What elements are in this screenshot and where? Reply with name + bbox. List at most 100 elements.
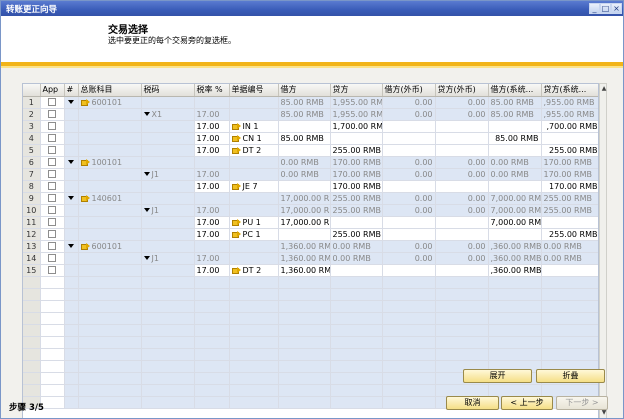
row-checkbox[interactable] xyxy=(48,206,56,214)
cell-cr: 170.00 RMB xyxy=(330,156,383,169)
row-checkbox[interactable] xyxy=(48,182,56,190)
table-row[interactable]: 136001011,360.00 RMB0.00 RMB0.000.00,360… xyxy=(23,240,598,253)
link-arrow-icon[interactable] xyxy=(80,195,90,202)
table-row[interactable]: 1 600101 85.00 RMB 1,955.00 RMB 0.00 0.00 85.0… xyxy=(23,96,598,109)
cell-text: 255.00 RMB xyxy=(332,193,381,203)
empty-row xyxy=(23,288,598,301)
column-header[interactable]: 总账科目 xyxy=(78,84,142,97)
link-arrow-icon[interactable] xyxy=(231,123,241,130)
empty-cell xyxy=(229,348,279,361)
collapse-button[interactable]: 折叠 xyxy=(536,369,605,383)
cell-crfc xyxy=(435,264,489,277)
minimize-icon[interactable]: _ xyxy=(589,3,600,14)
cell-drsc: 7,000.00 RMB xyxy=(488,204,542,217)
table-row[interactable]: 12 17.00 PC 1 255.00 RMB 255.00 RMB xyxy=(23,228,598,241)
empty-cell xyxy=(23,348,41,361)
collapse-arrow-icon[interactable] xyxy=(143,256,150,260)
table-row[interactable]: 914060117,000.00 RMB255.00 RMB0.000.007,… xyxy=(23,192,598,205)
empty-cell xyxy=(435,348,489,361)
empty-cell xyxy=(330,276,383,289)
table-row[interactable]: 4 17.00 CN 1 85.00 RMB 85.00 RMB xyxy=(23,132,598,145)
row-checkbox[interactable] xyxy=(48,158,56,166)
collapse-arrow-icon[interactable] xyxy=(143,172,150,176)
row-checkbox[interactable] xyxy=(48,146,56,154)
cell-cr: 170.00 RMB xyxy=(330,168,383,181)
row-checkbox[interactable] xyxy=(48,242,56,250)
link-arrow-icon[interactable] xyxy=(231,231,241,238)
column-header[interactable]: 贷方(外币) xyxy=(435,84,489,97)
row-checkbox[interactable] xyxy=(48,110,56,118)
cell-text: 170.00 RMB xyxy=(543,169,592,179)
column-header[interactable]: 单据编号 xyxy=(229,84,279,97)
cell-doc: DT 2 xyxy=(229,264,279,277)
row-checkbox[interactable] xyxy=(48,266,56,274)
cell-text: 17.00 xyxy=(196,217,220,227)
cell-dr xyxy=(278,228,331,241)
link-arrow-icon[interactable] xyxy=(231,219,241,226)
row-checkbox[interactable] xyxy=(48,170,56,178)
link-arrow-icon[interactable] xyxy=(231,147,241,154)
column-header[interactable]: 借方(外币) xyxy=(382,84,436,97)
row-checkbox[interactable] xyxy=(48,218,56,226)
table-row[interactable]: 10J117.0017,000.00 RMB255.00 RMB0.000.00… xyxy=(23,204,598,217)
table-row[interactable]: 11 17.00 PU 1 17,000.00 RMB 7,000.00 RMB xyxy=(23,216,598,229)
previous-button[interactable]: < 上一步 xyxy=(501,396,553,410)
column-header[interactable] xyxy=(23,84,41,97)
cell-text: 7,000.00 RMB xyxy=(490,217,541,227)
row-checkbox[interactable] xyxy=(48,230,56,238)
cell-tax xyxy=(141,132,195,145)
row-checkbox[interactable] xyxy=(48,122,56,130)
cell-dr: 17,000.00 RMB xyxy=(278,192,331,205)
cell-doc: PU 1 xyxy=(229,216,279,229)
column-header[interactable]: # xyxy=(64,84,79,97)
cancel-button[interactable]: 取消 xyxy=(446,396,499,410)
next-button[interactable]: 下一步 > xyxy=(556,396,608,410)
link-arrow-icon[interactable] xyxy=(231,135,241,142)
row-checkbox-cell xyxy=(40,216,65,229)
table-row[interactable]: 8 17.00 JE 7 170.00 RMB 170.00 RMB xyxy=(23,180,598,193)
collapse-arrow-icon[interactable] xyxy=(68,244,74,248)
link-arrow-icon[interactable] xyxy=(80,99,90,106)
row-checkbox[interactable] xyxy=(48,194,56,202)
column-header[interactable]: 税率 % xyxy=(194,84,230,97)
cell-crfc: 0.00 xyxy=(435,156,489,169)
link-arrow-icon[interactable] xyxy=(231,267,241,274)
row-checkbox[interactable] xyxy=(48,98,56,106)
cell-text: 0.00 RMB xyxy=(280,157,319,167)
column-header[interactable]: 税码 xyxy=(141,84,195,97)
collapse-arrow-icon[interactable] xyxy=(68,196,74,200)
table-row[interactable]: 5 17.00 DT 2 255.00 RMB 255.00 RMB xyxy=(23,144,598,157)
collapse-arrow-icon[interactable] xyxy=(68,160,74,164)
row-checkbox[interactable] xyxy=(48,134,56,142)
link-arrow-icon[interactable] xyxy=(231,183,241,190)
empty-cell xyxy=(78,276,142,289)
cell-crfc xyxy=(435,228,489,241)
column-header[interactable]: 借方(系统... xyxy=(488,84,542,97)
table-row[interactable]: 3 17.00 IN 1 1,700.00 RMB ,700.00 RMB xyxy=(23,120,598,133)
collapse-arrow-icon[interactable] xyxy=(143,112,150,116)
column-header[interactable]: 贷方(系统... xyxy=(541,84,598,97)
table-row[interactable]: 15 17.00 DT 2 1,360.00 RMB ,360.00 RMB xyxy=(23,264,598,277)
maximize-icon[interactable]: □ xyxy=(600,3,611,14)
link-arrow-icon[interactable] xyxy=(80,243,90,250)
cell-rate xyxy=(194,240,230,253)
column-header[interactable]: 贷方 xyxy=(330,84,383,97)
collapse-arrow-icon[interactable] xyxy=(68,100,74,104)
empty-cell xyxy=(23,276,41,289)
row-number: 4 xyxy=(23,132,41,145)
column-header[interactable]: App xyxy=(40,84,65,97)
close-icon[interactable]: × xyxy=(611,3,622,14)
table-row[interactable]: 14J117.001,360.00 RMB0.00 RMB0.000.00,36… xyxy=(23,252,598,265)
collapse-arrow-icon[interactable] xyxy=(143,208,150,212)
scroll-up-icon[interactable]: ▲ xyxy=(600,86,608,92)
expand-button[interactable]: 展开 xyxy=(463,369,532,383)
column-header[interactable]: 借方 xyxy=(278,84,331,97)
row-checkbox[interactable] xyxy=(48,254,56,262)
table-row[interactable]: 6 100101 0.00 RMB 170.00 RMB 0.00 0.00 0.00 RM… xyxy=(23,156,598,169)
scroll-down-icon[interactable]: ▼ xyxy=(600,410,608,416)
table-row[interactable]: 2 X1 17.00 85.00 RMB 1,955.00 RMB 0.00 0.00 85.… xyxy=(23,108,598,121)
cell-crfc: 0.00 xyxy=(435,204,489,217)
link-arrow-icon[interactable] xyxy=(80,159,90,166)
table-row[interactable]: 7 J1 17.00 0.00 RMB 170.00 RMB 0.00 0.00 0.00 R… xyxy=(23,168,598,181)
empty-cell xyxy=(488,300,542,313)
